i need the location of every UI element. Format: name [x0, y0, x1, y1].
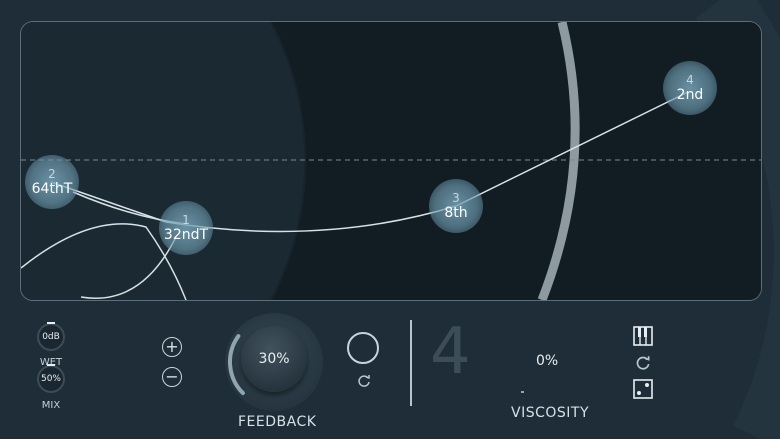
reset-feedback-button[interactable] — [353, 370, 375, 392]
reset-button[interactable] — [632, 352, 654, 374]
delay-node-2[interactable]: 2 64thT — [25, 155, 79, 209]
feedback-knob[interactable]: 30% — [241, 326, 307, 392]
randomize-button[interactable] — [632, 378, 654, 400]
piano-keys-icon — [633, 326, 653, 346]
viscosity-value[interactable]: 0% — [536, 353, 558, 369]
knob-indicator — [47, 322, 55, 324]
delay-node-1[interactable]: 1 32ndT — [159, 201, 213, 255]
node-index: 3 — [452, 190, 460, 205]
node-value: 32ndT — [163, 226, 209, 243]
mix-label: MIX — [41, 400, 61, 411]
feedback-label: FEEDBACK — [238, 414, 317, 430]
add-node-button[interactable]: + — [162, 337, 182, 357]
wet-knob[interactable]: 0dB — [37, 322, 65, 351]
mix-value: 50% — [40, 374, 61, 384]
minus-icon: − — [165, 367, 179, 386]
node-index: 1 — [182, 212, 190, 227]
delay-graph-display[interactable]: 1 32ndT 2 64thT 3 8th 4 2nd — [20, 21, 762, 301]
node-index: 2 — [48, 166, 56, 181]
mix-knob[interactable]: 50% — [37, 364, 65, 393]
toggle-circle-button[interactable] — [347, 332, 379, 364]
node-value: 2nd — [676, 86, 704, 103]
viscosity-indicator — [521, 391, 524, 393]
node-value: 64thT — [31, 180, 73, 197]
refresh-icon — [358, 375, 370, 387]
remove-node-button[interactable]: − — [162, 367, 182, 387]
section-divider — [410, 320, 412, 406]
voice-count[interactable]: 4 — [430, 320, 471, 384]
refresh-icon — [636, 356, 650, 370]
delay-node-4[interactable]: 4 2nd — [663, 61, 717, 115]
scale-button[interactable] — [632, 325, 654, 347]
delay-graph — [21, 22, 761, 300]
knob-indicator — [47, 364, 55, 366]
wet-value: 0dB — [42, 332, 60, 342]
node-index: 4 — [686, 72, 694, 87]
dice-icon — [633, 379, 653, 399]
feedback-value: 30% — [258, 351, 290, 367]
plus-icon: + — [165, 337, 179, 356]
node-value: 8th — [444, 204, 468, 221]
viscosity-label: VISCOSITY — [511, 405, 590, 421]
delay-node-3[interactable]: 3 8th — [429, 179, 483, 233]
